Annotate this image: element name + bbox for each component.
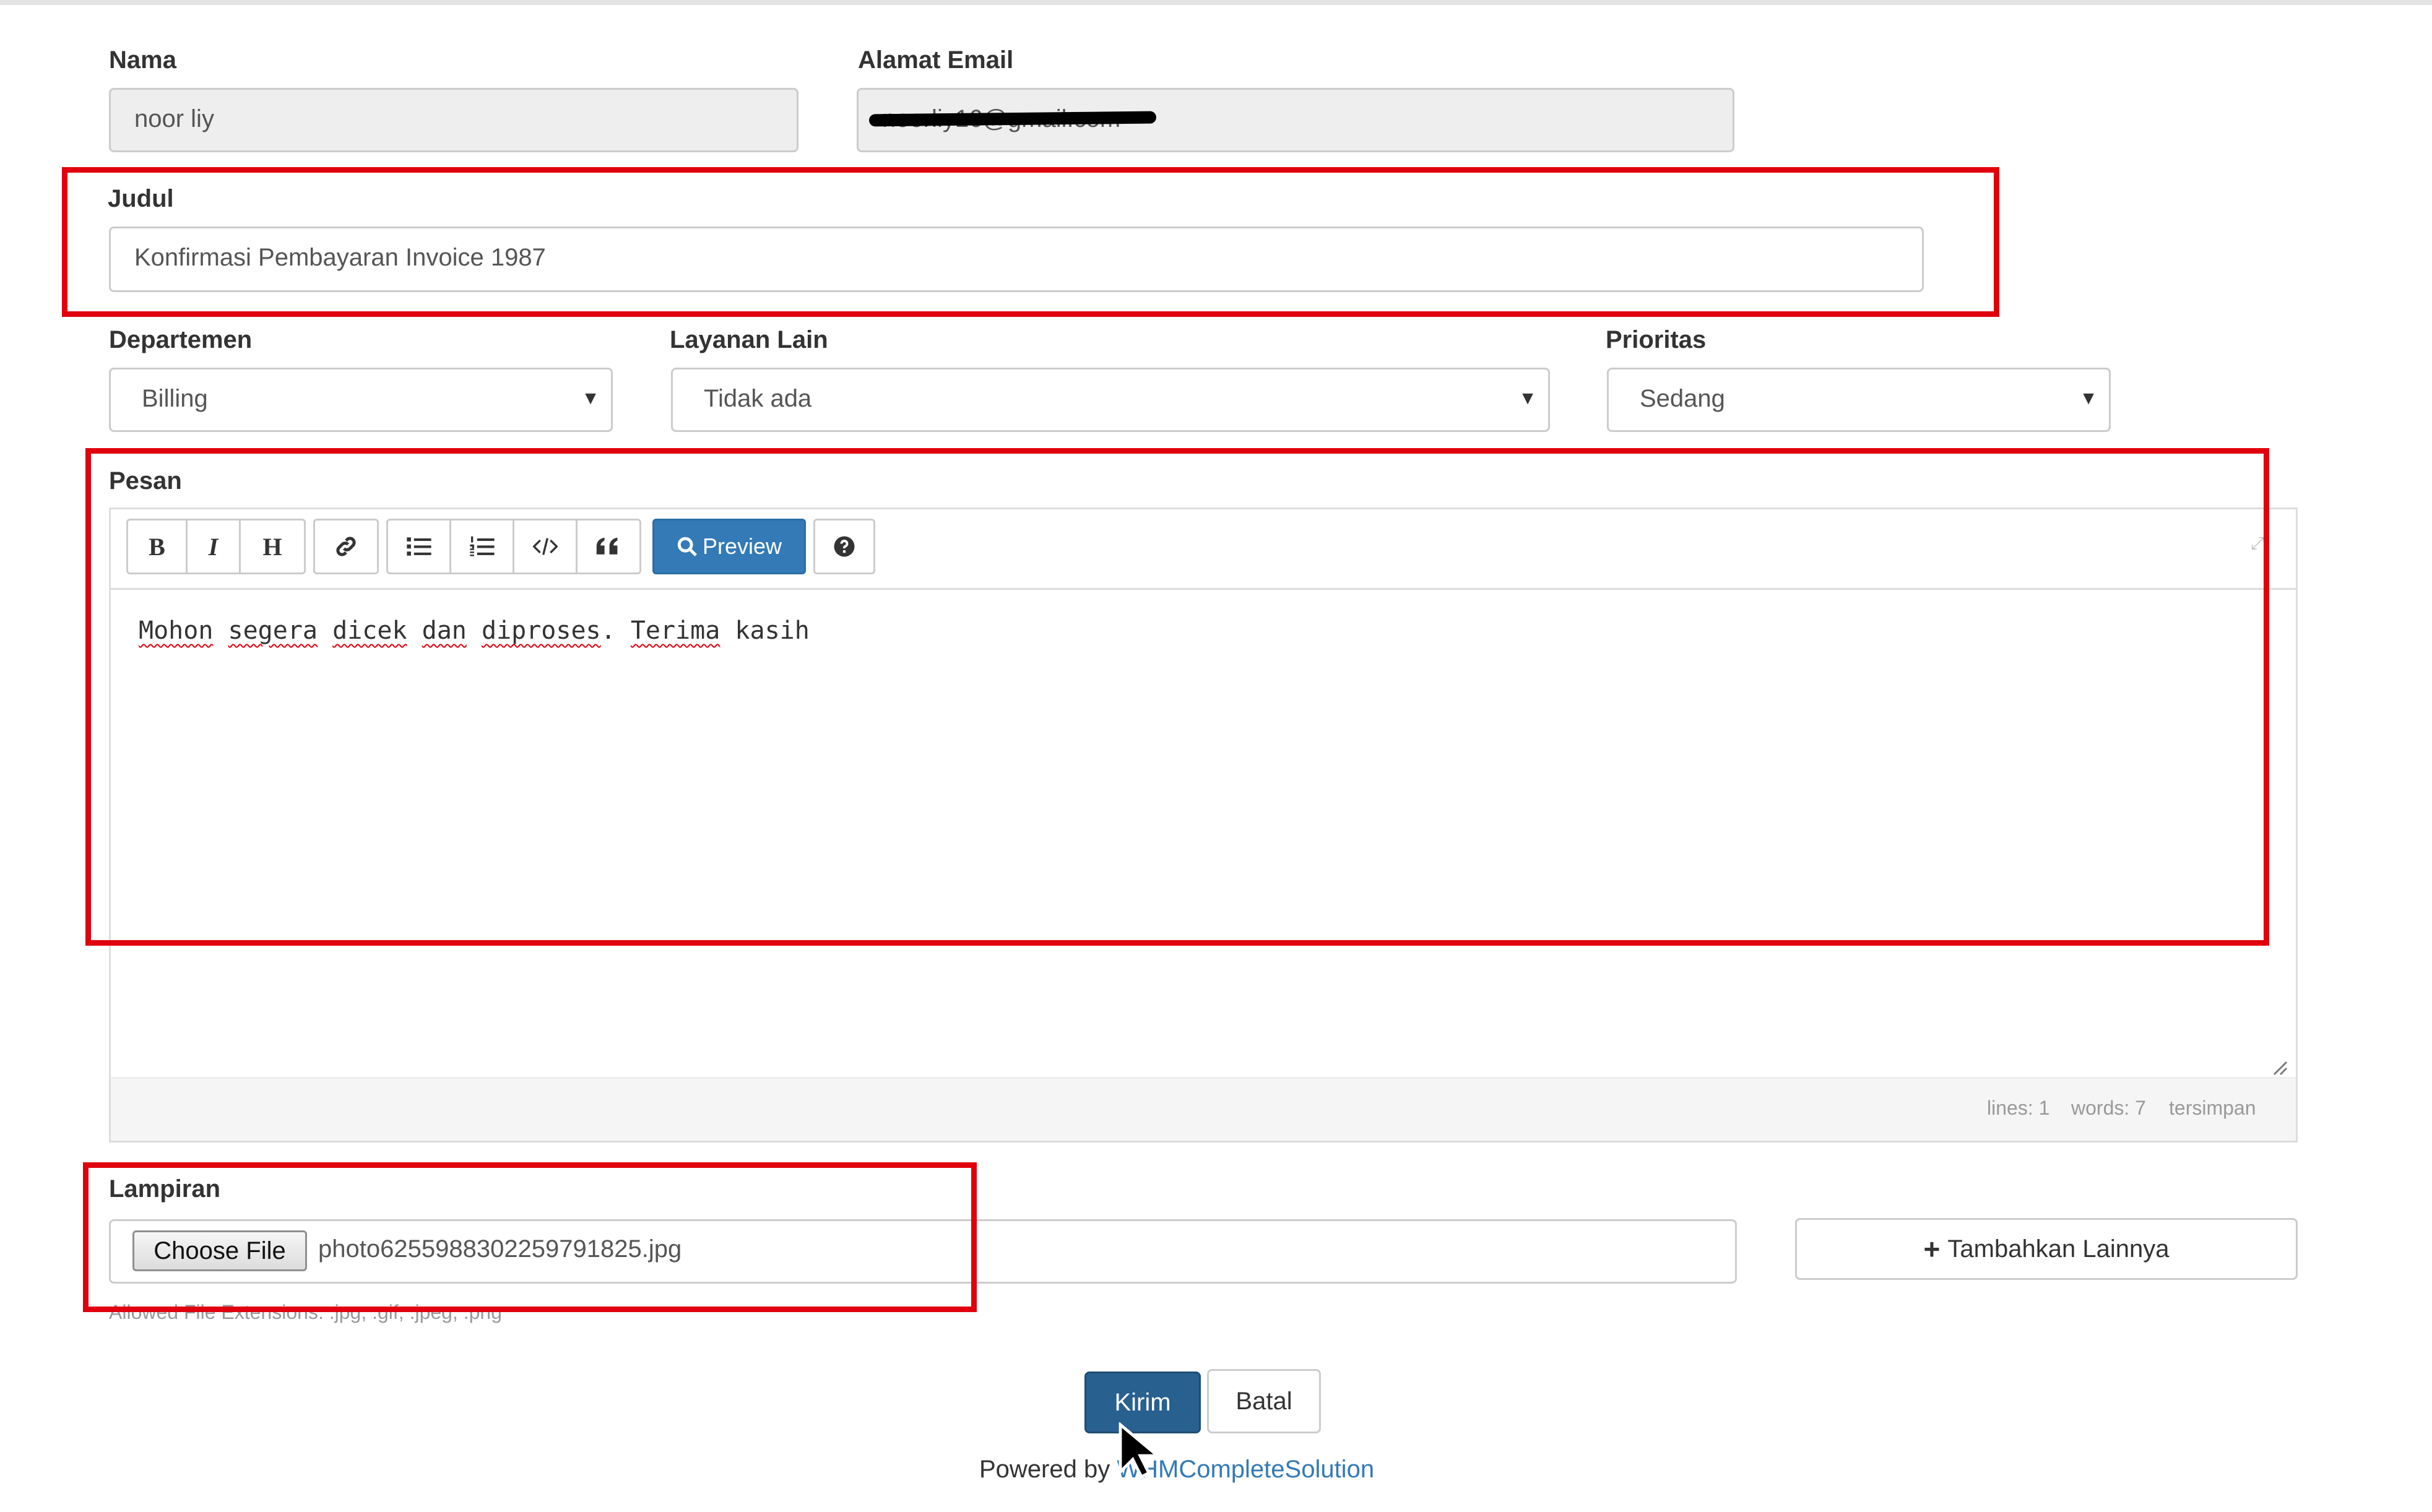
message-word: Terima	[630, 616, 721, 645]
related-service-value: Tidak ada	[704, 385, 812, 412]
department-select[interactable]: Billing ▼	[109, 368, 613, 432]
fullscreen-icon[interactable]: ⤢	[2251, 534, 2264, 554]
message-text[interactable]: Mohon segera dicek dan diproses. Terima …	[139, 616, 810, 645]
allowed-extensions-hint: Allowed File Extensions: .jpg, .gif, .jp…	[109, 1301, 503, 1323]
editor-statusbar	[109, 1078, 2298, 1143]
question-circle-icon	[834, 536, 855, 557]
bold-button[interactable]: B	[128, 521, 188, 572]
unordered-list-button[interactable]	[388, 521, 451, 572]
code-button[interactable]	[514, 521, 578, 572]
related-service-select[interactable]: Tidak ada ▼	[671, 368, 1550, 432]
ordered-list-button[interactable]	[451, 521, 514, 572]
format-button-group: B I H	[126, 519, 306, 574]
top-divider	[0, 0, 2432, 5]
subject-input[interactable]: Konfirmasi Pembayaran Invoice 1987	[109, 227, 1924, 292]
related-service-label: Layanan Lain	[670, 326, 828, 353]
status-saved: tersimpan	[2169, 1097, 2256, 1119]
add-more-label: Tambahkan Lainnya	[1947, 1235, 2170, 1263]
link-button-group	[313, 519, 379, 574]
quote-button[interactable]	[578, 521, 639, 572]
message-word: kasih	[735, 616, 810, 645]
search-icon	[677, 537, 697, 556]
powered-by-text: Powered by	[979, 1456, 1110, 1483]
message-editor[interactable]	[109, 508, 2298, 1079]
priority-label: Prioritas	[1606, 326, 1707, 353]
plus-icon: +	[1923, 1233, 1941, 1265]
email-label: Alamat Email	[858, 46, 1014, 74]
footer: Powered by WHMCompleteSolution	[979, 1456, 1374, 1484]
department-value: Billing	[142, 385, 208, 412]
link-icon	[336, 537, 356, 556]
subject-label: Judul	[108, 185, 174, 212]
name-label: Nama	[109, 46, 176, 74]
status-words: words: 7	[2071, 1097, 2146, 1119]
editor-toolbar-divider	[111, 588, 2296, 590]
heading-button[interactable]: H	[241, 521, 304, 572]
message-label: Pesan	[109, 467, 182, 495]
message-word: Mohon	[139, 616, 214, 645]
status-lines: lines: 1	[1987, 1097, 2050, 1119]
help-button[interactable]	[815, 521, 873, 572]
message-word: dicek	[332, 616, 407, 645]
selected-file-name: photo6255988302259791825.jpg	[318, 1235, 682, 1263]
list-ol-icon	[469, 536, 495, 556]
priority-value: Sedang	[1640, 385, 1725, 412]
preview-label: Preview	[702, 534, 782, 559]
message-word: dan	[422, 616, 467, 645]
priority-select[interactable]: Sedang ▼	[1607, 368, 2111, 432]
cancel-button[interactable]: Batal	[1207, 1369, 1321, 1433]
name-field[interactable]: noor liy	[109, 88, 798, 152]
code-icon	[532, 538, 558, 555]
attachments-label: Lampiran	[109, 1175, 221, 1203]
mouse-cursor-icon	[1118, 1421, 1162, 1482]
choose-file-button[interactable]: Choose File	[132, 1230, 307, 1271]
resize-handle-icon[interactable]	[2270, 1058, 2288, 1076]
message-word: diproses	[481, 616, 601, 645]
preview-button[interactable]: Preview	[652, 519, 806, 574]
message-punctuation: .	[600, 616, 616, 645]
chevron-down-icon: ▼	[581, 388, 600, 408]
message-word: segera	[228, 616, 318, 645]
italic-button[interactable]: I	[188, 521, 241, 572]
help-button-group	[813, 519, 875, 574]
list-ul-icon	[406, 537, 431, 556]
department-label: Departemen	[109, 326, 253, 353]
quote-icon	[596, 537, 618, 555]
link-button[interactable]	[315, 521, 377, 572]
chevron-down-icon: ▼	[1518, 388, 1537, 408]
block-button-group	[386, 519, 641, 574]
chevron-down-icon: ▼	[2079, 388, 2098, 408]
add-more-button[interactable]: + Tambahkan Lainnya	[1795, 1218, 2298, 1280]
